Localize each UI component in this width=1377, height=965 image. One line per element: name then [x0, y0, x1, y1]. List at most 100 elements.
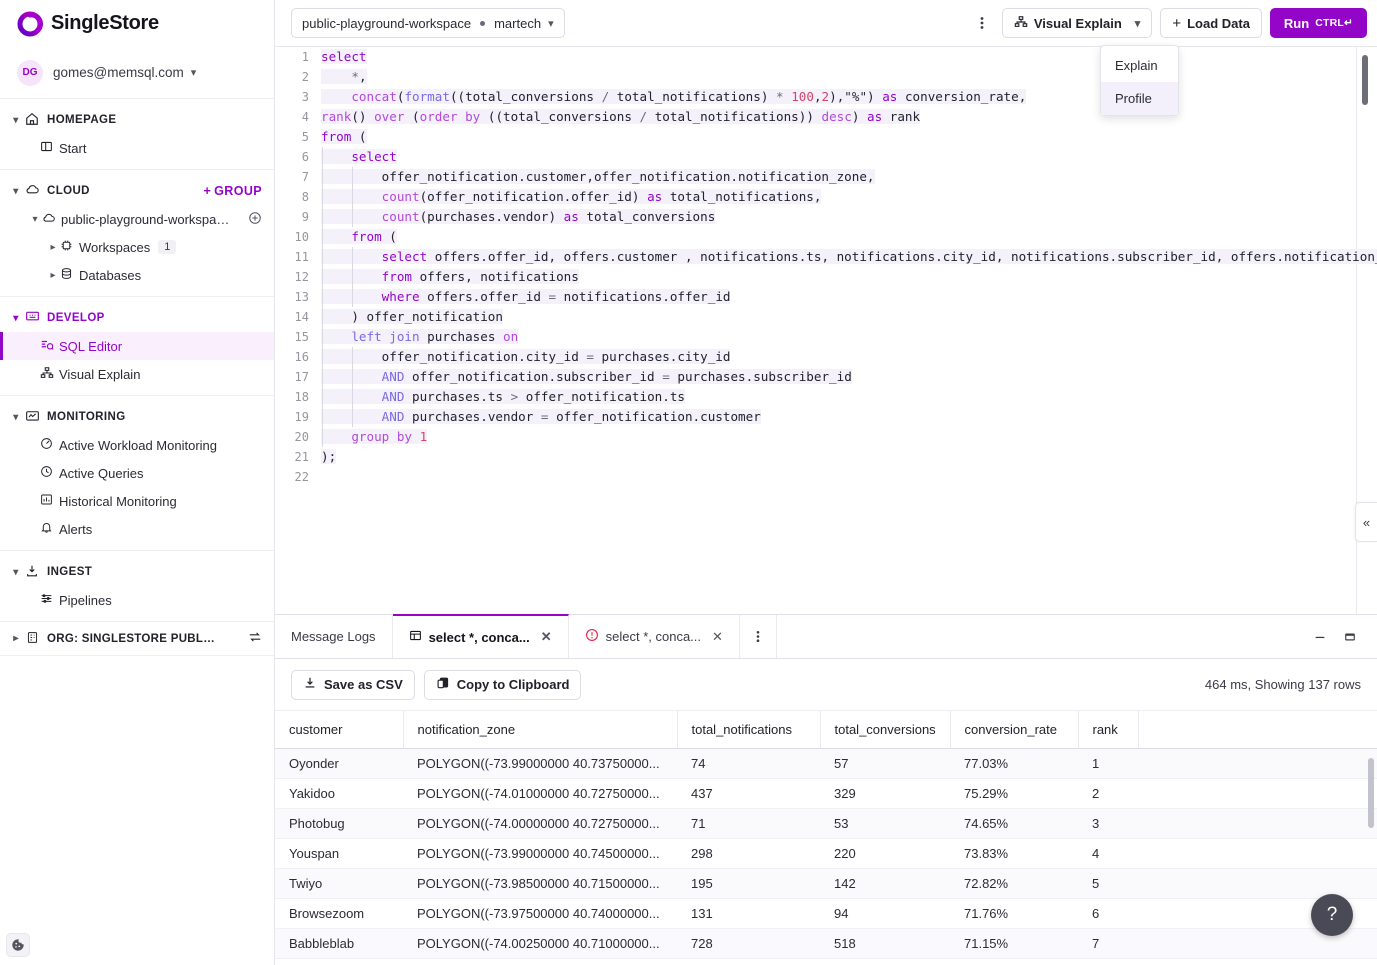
- sidebar-item-historical-monitoring[interactable]: Historical Monitoring: [0, 487, 274, 515]
- line-content[interactable]: select: [321, 147, 1377, 167]
- table-column-header[interactable]: total_notifications: [677, 711, 821, 749]
- maximize-icon[interactable]: [1335, 615, 1365, 658]
- line-content[interactable]: group by 1: [321, 427, 1377, 447]
- editor-line: 19 AND purchases.vendor = offer_notifica…: [275, 407, 1377, 427]
- line-content[interactable]: AND purchases.vendor = offer_notificatio…: [321, 407, 1377, 427]
- sidebar-section-header-develop[interactable]: ▾ DEVELOP: [0, 304, 274, 332]
- line-content[interactable]: where offers.offer_id = notifications.of…: [321, 287, 1377, 307]
- collapse-panel-button[interactable]: «: [1355, 502, 1377, 542]
- line-content[interactable]: [321, 467, 1377, 487]
- cookie-icon[interactable]: [6, 933, 30, 957]
- line-content[interactable]: count(offer_notification.offer_id) as to…: [321, 187, 1377, 207]
- sidebar-section-header-monitoring[interactable]: ▾ MONITORING: [0, 403, 274, 431]
- line-content[interactable]: select: [321, 47, 1377, 67]
- table-column-header[interactable]: customer: [275, 711, 404, 749]
- results-meta: 464 ms, Showing 137 rows: [1204, 677, 1361, 692]
- tab-result-2[interactable]: select *, conca... ✕: [569, 615, 740, 658]
- sidebar-section-header-homepage[interactable]: ▾ HOMEPAGE: [0, 106, 274, 134]
- sidebar-section-monitoring: ▾ MONITORING Active Workload Monitoring: [0, 396, 274, 551]
- sidebar-item-workspaces[interactable]: ▸ Workspaces 1: [0, 233, 274, 261]
- close-icon[interactable]: ✕: [712, 629, 723, 645]
- plus-circle-icon[interactable]: [248, 211, 262, 228]
- indent-guide: [322, 287, 323, 307]
- table-row[interactable]: Yakidoo POLYGON((-74.01000000 40.72750000…: [275, 778, 1377, 809]
- sidebar-item-workspace-group[interactable]: ▾ public-playground-workspace-gro...: [0, 205, 274, 233]
- line-content[interactable]: AND purchases.ts > offer_notification.ts: [321, 387, 1377, 407]
- table-row[interactable]: Browsezoom POLYGON((-73.97500000 40.74000…: [275, 898, 1377, 929]
- table-column-header[interactable]: total_conversions: [820, 711, 951, 749]
- sidebar-item-active-queries[interactable]: Active Queries: [0, 459, 274, 487]
- sidebar-section-label: HOMEPAGE: [47, 114, 117, 126]
- copy-to-clipboard-button[interactable]: Copy to Clipboard: [423, 669, 582, 700]
- sidebar-item-start[interactable]: Start: [0, 134, 274, 162]
- results-table-area[interactable]: customer notification_zone total_notificat…: [275, 711, 1377, 965]
- table-column-header[interactable]: notification_zone: [403, 711, 678, 749]
- brand[interactable]: SingleStore: [0, 0, 274, 47]
- line-content[interactable]: AND offer_notification.subscriber_id = p…: [321, 367, 1377, 387]
- line-content[interactable]: *,: [321, 67, 1377, 87]
- line-content[interactable]: count(purchases.vendor) as total_convers…: [321, 207, 1377, 227]
- line-content[interactable]: select offers.offer_id, offers.customer …: [321, 247, 1377, 267]
- editor-line: 16 offer_notification.city_id = purchase…: [275, 347, 1377, 367]
- load-data-button[interactable]: + Load Data: [1160, 8, 1262, 38]
- results-table-scrollbar[interactable]: [1368, 758, 1374, 828]
- close-icon[interactable]: ✕: [541, 629, 552, 645]
- sidebar-section-header-ingest[interactable]: ▾ INGEST: [0, 558, 274, 586]
- chevron-down-icon: ▾: [13, 114, 19, 126]
- add-group-button[interactable]: + Group: [203, 184, 262, 198]
- run-button[interactable]: Run CTRL↵: [1269, 8, 1367, 38]
- plus-icon: +: [1172, 14, 1182, 32]
- table-column-header[interactable]: conversion_rate: [950, 711, 1079, 749]
- line-content[interactable]: offer_notification.city_id = purchases.c…: [321, 347, 1377, 367]
- menu-item-explain[interactable]: Explain: [1101, 49, 1178, 82]
- table-cell: Photobug: [275, 808, 403, 839]
- sidebar-item-active-workload-monitoring[interactable]: Active Workload Monitoring: [0, 431, 274, 459]
- visual-explain-button[interactable]: Visual Explain ▾: [1001, 8, 1153, 38]
- tab-result-1[interactable]: select *, conca... ✕: [392, 614, 569, 658]
- sidebar-item-sql-editor[interactable]: SQL Editor: [0, 332, 274, 360]
- sidebar-item-databases[interactable]: ▸ Databases: [0, 261, 274, 289]
- workspace-database-selector[interactable]: public-playground-workspace martech ▾: [291, 8, 565, 38]
- table-row[interactable]: Twiyo POLYGON((-73.98500000 40.71500000..…: [275, 868, 1377, 899]
- table-row[interactable]: QuatzPOLYGON((-74.01250000 40.73250000..…: [275, 958, 1377, 965]
- results-tabs-kebab[interactable]: [740, 615, 777, 658]
- editor-line: 20 group by 1: [275, 427, 1377, 447]
- line-content[interactable]: offer_notification.customer,offer_notifi…: [321, 167, 1377, 187]
- chevron-down-icon: ▾: [190, 67, 197, 79]
- tab-label: Message Logs: [291, 629, 376, 644]
- table-row[interactable]: Youspan POLYGON((-73.99000000 40.74500000…: [275, 838, 1377, 869]
- minimize-icon[interactable]: [1305, 615, 1335, 658]
- help-button[interactable]: ?: [1311, 894, 1353, 936]
- sidebar-item-label: Active Queries: [59, 465, 144, 481]
- line-content[interactable]: left join purchases on: [321, 327, 1377, 347]
- kebab-menu-icon[interactable]: [970, 10, 994, 36]
- table-row[interactable]: Oyonder POLYGON((-73.99000000 40.73750000…: [275, 748, 1377, 779]
- line-content[interactable]: rank() over (order by ((total_conversion…: [321, 107, 1377, 127]
- table-row[interactable]: Babbleblab POLYGON((-74.00250000 40.71000…: [275, 928, 1377, 959]
- avatar: DG: [17, 59, 43, 86]
- editor-code[interactable]: 1 select 2 *, 3 concat(format((total_conver…: [275, 47, 1377, 487]
- line-content[interactable]: from (: [321, 227, 1377, 247]
- table-column-header[interactable]: rank: [1078, 711, 1139, 749]
- user-menu[interactable]: DG gomes@memsql.com ▾: [0, 47, 274, 99]
- line-content[interactable]: ) offer_notification: [321, 307, 1377, 327]
- menu-item-profile[interactable]: Profile: [1101, 82, 1178, 115]
- table-row[interactable]: Photobug POLYGON((-74.00000000 40.7275000…: [275, 808, 1377, 839]
- tab-message-logs[interactable]: Message Logs: [275, 615, 393, 658]
- org-switcher[interactable]: ▸ ORG: SINGLESTORE PUBLIC PLAYGRO...: [0, 622, 274, 656]
- sidebar-item-label: Workspaces: [79, 239, 151, 255]
- line-content[interactable]: from (: [321, 127, 1377, 147]
- line-content[interactable]: concat(format((total_conversions / total…: [321, 87, 1377, 107]
- sidebar-section-header-cloud[interactable]: ▾ CLOUD + Group: [0, 177, 274, 205]
- sidebar-item-pipelines[interactable]: Pipelines: [0, 586, 274, 614]
- gauge-icon: [40, 437, 59, 453]
- line-content[interactable]: from offers, notifications: [321, 267, 1377, 287]
- save-as-csv-button[interactable]: Save as CSV: [291, 669, 415, 700]
- sidebar-item-visual-explain[interactable]: Visual Explain: [0, 360, 274, 388]
- sidebar-section-label: MONITORING: [47, 411, 126, 423]
- switch-icon[interactable]: [248, 630, 262, 647]
- line-content[interactable]: );: [321, 447, 1377, 467]
- visual-explain-icon: [1014, 15, 1028, 32]
- sql-editor[interactable]: 1 select 2 *, 3 concat(format((total_conver…: [275, 47, 1377, 614]
- sidebar-item-alerts[interactable]: Alerts: [0, 515, 274, 543]
